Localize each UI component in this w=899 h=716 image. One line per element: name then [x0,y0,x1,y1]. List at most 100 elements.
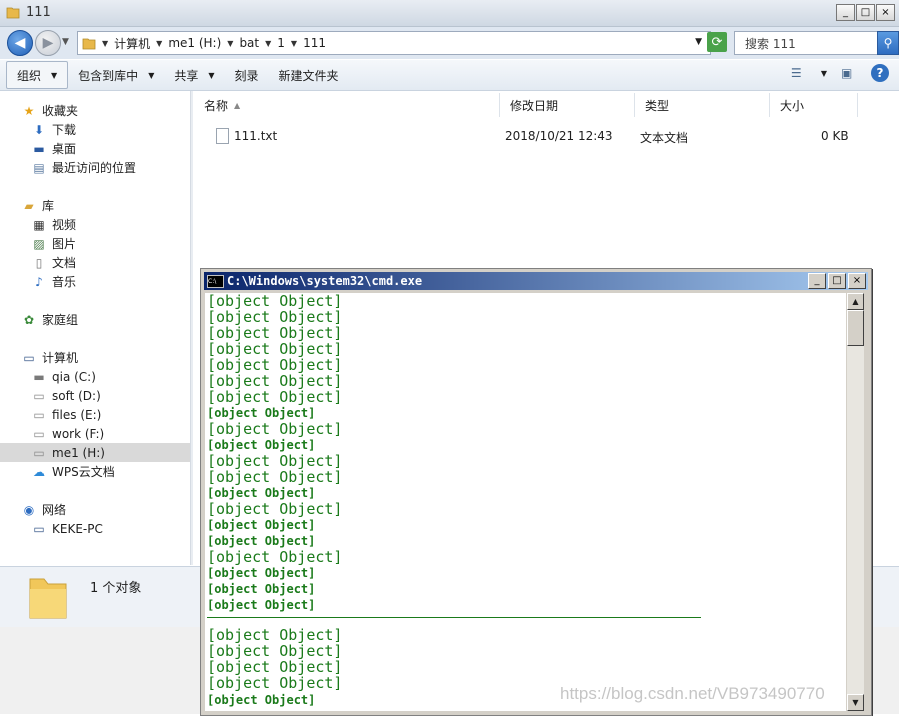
nav-item-music[interactable]: ♪ 音乐 [32,272,76,291]
scroll-thumb[interactable] [847,310,864,346]
breadcrumb-item[interactable]: bat [239,36,259,50]
nav-item-drive-e[interactable]: ▭ files (E:) [32,405,101,424]
nav-item-drive-f[interactable]: ▭ work (F:) [32,424,104,443]
breadcrumb-separator-icon[interactable]: ▼ [102,39,108,48]
breadcrumb-separator-icon[interactable]: ▼ [156,39,162,48]
nav-item-drive-h[interactable]: ▭ me1 (H:) [0,443,190,462]
console-line: [object Object] [207,658,343,676]
nav-item-documents[interactable]: ▯ 文档 [32,253,76,272]
breadcrumb-separator-icon[interactable]: ▼ [227,39,233,48]
nav-computer-label: 计算机 [42,351,79,365]
cmd-titlebar[interactable]: C:\ C:\Windows\system32\cmd.exe _ □ × [204,272,868,290]
computer-icon: ▭ [23,350,35,365]
console-line: [object Object] [207,356,343,374]
nav-item-drive-d[interactable]: ▭ soft (D:) [32,386,100,405]
column-header-label: 名称 [204,98,229,113]
breadcrumb[interactable]: ▼ 计算机 ▼ me1 (H:) ▼ bat ▼ 1 ▼ 111 ▼ [77,31,711,55]
cmd-window[interactable]: C:\ C:\Windows\system32\cmd.exe _ □ × [o… [200,268,872,716]
navigation-pane: ★ 收藏夹 ⬇ 下载 ▬ 桌面 ▤ 最近访问的位置 ▰ 库 ▦ 视频 ▨ 图片 ▯ 文档 ♪ 音乐… [0,91,191,565]
organize-label: 组织 [17,68,42,83]
pane-splitter[interactable] [191,91,193,565]
share-button[interactable]: 共享 ▼ [164,62,224,88]
breadcrumb-item[interactable]: 1 [277,36,285,50]
nav-network[interactable]: ◉ 网络 [22,500,66,519]
network-icon: ◉ [23,502,35,517]
column-header-modified[interactable]: 修改日期 [500,93,635,117]
column-header-label: 修改日期 [510,98,559,113]
nav-item-videos[interactable]: ▦ 视频 [32,215,76,234]
nav-item-label: 音乐 [52,275,77,289]
console-line: [object Object] [207,642,343,660]
nav-favorites[interactable]: ★ 收藏夹 [22,101,78,120]
breadcrumb-item[interactable]: me1 (H:) [168,36,221,50]
search-input[interactable]: 搜索 111 [734,31,888,55]
nav-item-label: 下载 [52,123,77,137]
console-line: [object Object] [207,626,343,644]
nav-network-label: 网络 [42,503,67,517]
console-line: [object Object] [207,452,343,470]
drive-icon: ▭ [33,407,45,422]
column-header-type[interactable]: 类型 [635,93,770,117]
vertical-scrollbar[interactable]: ▲ ▼ [847,293,864,711]
console-line: [object Object] [207,548,343,566]
nav-item-label: 最近访问的位置 [52,161,137,175]
cloud-icon: ☁ [33,464,45,479]
search-icon[interactable]: ⚲ [877,31,899,55]
console-line: [object Object] [207,388,343,406]
nav-item-label: 文档 [52,256,77,270]
maximize-button[interactable]: □ [828,273,846,289]
nav-item-pictures[interactable]: ▨ 图片 [32,234,76,253]
breadcrumb-item[interactable]: 111 [303,36,326,50]
recent-places-icon: ▤ [33,160,45,175]
document-icon: ▯ [35,255,43,270]
view-options-icon[interactable]: ☰ [791,66,807,80]
maximize-button[interactable]: □ [856,4,875,21]
window-title: 111 [26,5,51,20]
nav-item-drive-c[interactable]: ▬ qia (C:) [32,367,96,386]
address-history-dropdown-icon[interactable]: ▼ [695,37,702,47]
nav-computer[interactable]: ▭ 计算机 [22,348,78,367]
desktop-icon: ▬ [33,141,45,156]
back-button[interactable]: ◀ [7,30,33,56]
close-button[interactable]: × [876,4,895,21]
breadcrumb-separator-icon[interactable]: ▼ [291,39,297,48]
nav-libraries[interactable]: ▰ 库 [22,196,54,215]
minimize-button[interactable]: _ [836,4,855,21]
star-icon: ★ [23,103,35,118]
organize-button[interactable]: 组织 ▼ [6,61,69,89]
nav-item-label: 桌面 [52,142,77,156]
drive-icon: ▭ [33,426,45,441]
nav-item-recent-places[interactable]: ▤ 最近访问的位置 [32,158,136,177]
breadcrumb-separator-icon[interactable]: ▼ [265,39,271,48]
nav-item-keke-pc[interactable]: ▭ KEKE-PC [32,519,103,538]
cmd-title: C:\Windows\system32\cmd.exe [227,274,423,288]
nav-homegroup[interactable]: ✿ 家庭组 [22,310,78,329]
recent-pages-dropdown-icon[interactable]: ▼ [62,37,69,47]
burn-button[interactable]: 刻录 [225,62,269,88]
forward-button[interactable]: ▶ [35,30,61,56]
nav-item-downloads[interactable]: ⬇ 下载 [32,120,76,139]
nav-item-wps-cloud[interactable]: ☁ WPS云文档 [32,462,115,481]
include-in-library-button[interactable]: 包含到库中 ▼ [68,62,164,88]
new-folder-label: 新建文件夹 [278,68,339,83]
preview-pane-icon[interactable]: ▣ [841,66,857,80]
table-row[interactable]: 111.txt 2018/10/21 12:43 文本文档 0 KB [194,127,899,147]
drive-icon: ▭ [33,445,45,460]
column-header-name[interactable]: 名称 ▲ [194,93,500,117]
breadcrumb-item[interactable]: 计算机 [114,35,150,52]
column-header-size[interactable]: 大小 [770,93,858,117]
nav-item-label: qia (C:) [52,369,96,384]
chevron-down-icon[interactable]: ▼ [821,69,827,78]
share-label: 共享 [174,68,199,83]
scroll-down-icon[interactable]: ▼ [847,694,864,711]
console-output[interactable]: [object Object] [object Object] [object … [205,293,846,711]
file-size: 0 KB [821,129,849,143]
scroll-up-icon[interactable]: ▲ [847,293,864,310]
console-line: [object Object] [207,518,316,532]
nav-item-desktop[interactable]: ▬ 桌面 [32,139,76,158]
close-button[interactable]: × [848,273,866,289]
help-icon[interactable]: ? [871,64,889,82]
new-folder-button[interactable]: 新建文件夹 [269,62,349,88]
refresh-icon[interactable]: ⟳ [707,32,727,52]
minimize-button[interactable]: _ [808,273,826,289]
